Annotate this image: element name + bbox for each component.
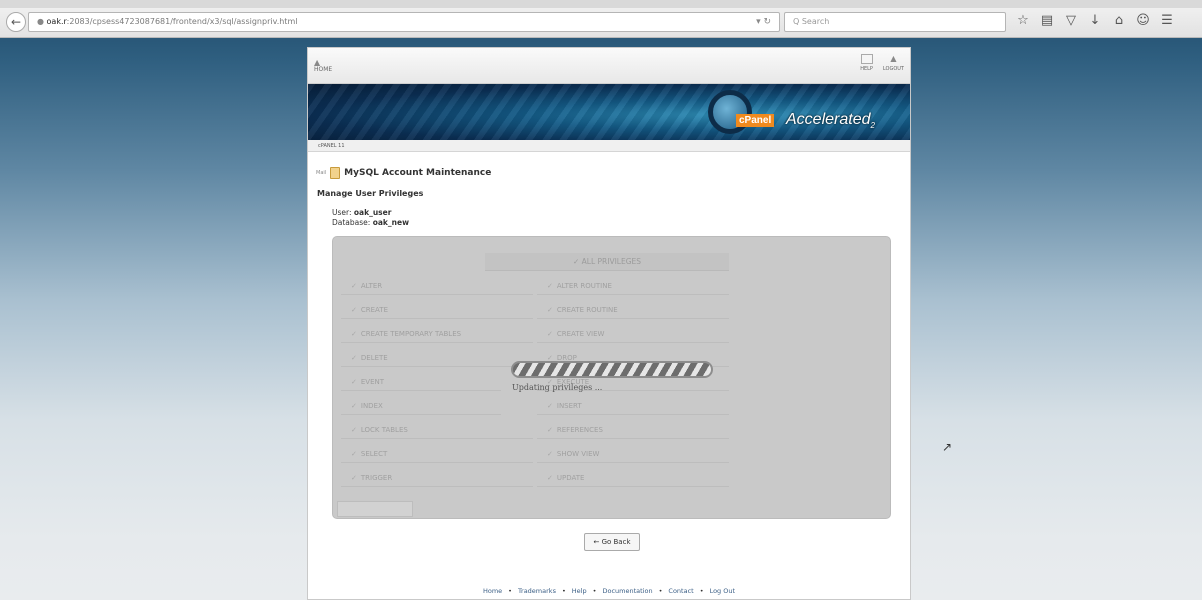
footer-separator: • (561, 587, 566, 595)
privilege-checkbox[interactable]: ✓ INDEX (341, 397, 501, 415)
url-bar[interactable]: ● oak.r:2083/cpsess4723087681/frontend/x… (28, 12, 780, 32)
help-link[interactable]: HELP (860, 54, 873, 72)
privilege-checkbox[interactable]: ✓ CREATE TEMPORARY TABLES (341, 325, 533, 343)
cpanel-top-bar: ▲ HOME HELP ▲ LOGOUT (308, 48, 910, 84)
privilege-checkbox[interactable]: ✓ TRIGGER (341, 469, 533, 487)
star-icon[interactable]: ☆ (1016, 12, 1030, 30)
checkbox-icon: ✓ (547, 282, 553, 290)
url-path: :2083/cpsess4723087681/frontend/x3/sql/a… (66, 17, 298, 26)
home-link[interactable]: ▲ HOME (314, 58, 332, 73)
checkbox-icon: ✓ (547, 330, 553, 338)
mouse-cursor-icon: ↗ (942, 440, 953, 454)
privilege-checkbox[interactable]: ✓ SHOW VIEW (537, 445, 729, 463)
checkbox-icon: ✓ (351, 450, 357, 458)
logout-label: LOGOUT (882, 66, 904, 72)
brand-name: Accelerated2 (786, 111, 875, 131)
breadcrumb[interactable]: cPANEL 11 (308, 140, 910, 152)
checkbox-icon: ✓ (351, 474, 357, 482)
help-icon (860, 54, 873, 64)
privilege-checkbox[interactable]: ✓ DELETE (341, 349, 533, 367)
privilege-checkbox[interactable]: ✓ INSERT (537, 397, 729, 415)
section-title: Manage User Privileges (317, 189, 424, 198)
checkbox-icon: ✓ (351, 354, 357, 362)
cpanel-page: ▲ HOME HELP ▲ LOGOUT cPanel Accelerated2… (307, 47, 911, 600)
tab-strip (0, 0, 1202, 8)
smiley-icon[interactable]: ☺ (1136, 12, 1150, 30)
checkbox-icon: ✓ (547, 426, 553, 434)
logout-icon: ▲ (890, 54, 897, 63)
privilege-checkbox[interactable]: ✓ LOCK TABLES (341, 421, 533, 439)
privilege-checkbox[interactable]: ✓ ALTER (341, 277, 533, 295)
search-input[interactable]: Q Search (784, 12, 1006, 32)
reload-icon[interactable]: ▾ ↻ (756, 13, 771, 31)
checkbox-icon: ✓ (547, 450, 553, 458)
footer-link[interactable]: Home (483, 587, 502, 595)
privilege-checkbox[interactable]: ✓ CREATE (341, 301, 533, 319)
footer-link[interactable]: Documentation (602, 587, 652, 595)
back-button[interactable]: ← (6, 12, 26, 32)
home-icon: ▲ (314, 58, 321, 67)
privilege-checkbox[interactable]: ✓ CREATE ROUTINE (537, 301, 729, 319)
page-title: MySQL Account Maintenance (344, 168, 492, 178)
privilege-checkbox[interactable]: ✓ REFERENCES (537, 421, 729, 439)
database-label: Database: (332, 218, 371, 227)
user-info: User: oak_user Database: oak_new (332, 208, 409, 228)
checkbox-icon: ✓ (351, 402, 357, 410)
all-privileges-checkbox[interactable]: ✓ ALL PRIVILEGES (485, 253, 729, 271)
footer-separator: • (658, 587, 663, 595)
checkbox-icon: ✓ (547, 306, 553, 314)
privilege-checkbox[interactable]: ✓ UPDATE (537, 469, 729, 487)
footer-link[interactable]: Help (572, 587, 587, 595)
privilege-checkbox[interactable]: ✓ ALTER ROUTINE (537, 277, 729, 295)
make-changes-button[interactable] (337, 501, 413, 517)
logout-link[interactable]: ▲ LOGOUT (883, 54, 904, 72)
checkbox-icon: ✓ (547, 474, 553, 482)
brand-tag: cPanel (736, 114, 775, 127)
cpanel-banner: cPanel Accelerated2 (308, 84, 910, 140)
help-label: HELP (860, 66, 873, 72)
progress-bar (511, 361, 713, 378)
lock-icon: ● (37, 17, 47, 26)
browser-toolbar: ← ● oak.r:2083/cpsess4723087681/frontend… (0, 0, 1202, 38)
cpanel-logo-icon (708, 90, 752, 134)
footer-separator: • (592, 587, 597, 595)
checkbox-icon: ✓ (547, 402, 553, 410)
go-back-button[interactable]: ← Go Back (584, 533, 640, 551)
privilege-checkbox[interactable]: ✓ EVENT (341, 373, 501, 391)
footer-link[interactable]: Trademarks (518, 587, 556, 595)
browser-toolbar-icons: ☆ ▤ ▽ ↓ ⌂ ☺ ☰ (1016, 12, 1174, 30)
database-icon (330, 167, 341, 179)
page-heading: Mail MySQL Account Maintenance (316, 167, 491, 179)
checkbox-icon: ✓ (351, 378, 357, 386)
checkbox-icon: ✓ (351, 426, 357, 434)
menu-icon[interactable]: ☰ (1160, 12, 1174, 30)
url-host: oak.r (46, 17, 67, 26)
reader-icon[interactable]: ▤ (1040, 12, 1054, 30)
heading-prefix: Mail (316, 170, 327, 176)
home-label: HOME (314, 66, 333, 73)
download-icon[interactable]: ↓ (1088, 12, 1102, 30)
footer-links: Home • Trademarks • Help • Documentation • Conta… (308, 583, 910, 599)
footer-link[interactable]: Log Out (710, 587, 735, 595)
footer-separator: • (699, 587, 704, 595)
checkbox-icon: ✓ (351, 306, 357, 314)
footer-link[interactable]: Contact (668, 587, 693, 595)
pocket-icon[interactable]: ▽ (1064, 12, 1078, 30)
privilege-checkbox[interactable]: ✓ CREATE VIEW (537, 325, 729, 343)
home-icon[interactable]: ⌂ (1112, 12, 1126, 30)
user-label: User: (332, 208, 352, 217)
privilege-checkbox[interactable]: ✓ SELECT (341, 445, 533, 463)
checkbox-icon: ✓ (351, 282, 357, 290)
status-text: Updating privileges ... (512, 383, 603, 392)
checkbox-icon: ✓ (572, 257, 582, 266)
database-value: oak_new (372, 218, 410, 227)
user-value: oak_user (353, 208, 392, 217)
footer-separator: • (508, 587, 513, 595)
checkbox-icon: ✓ (351, 330, 357, 338)
